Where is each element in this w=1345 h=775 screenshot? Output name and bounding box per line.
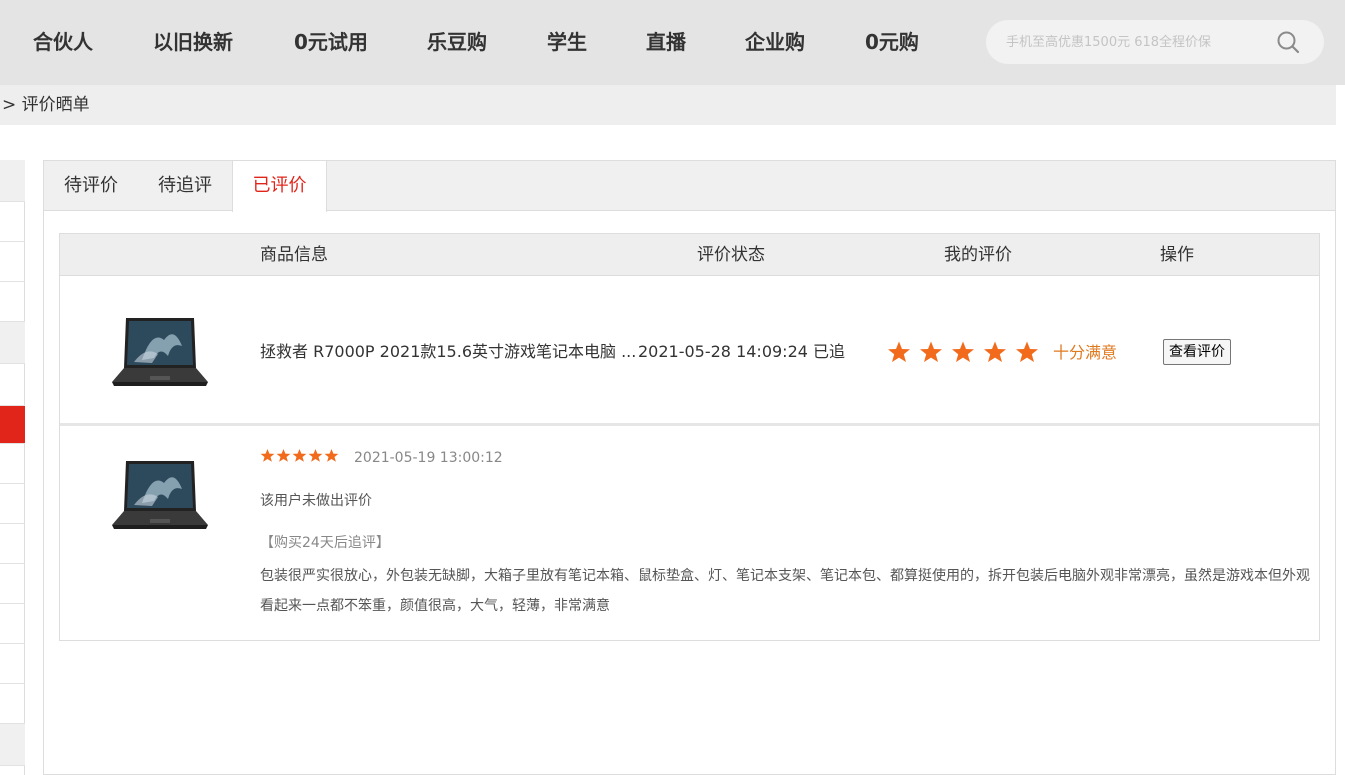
sidebar-item[interactable] (0, 684, 25, 724)
followup-tag: 【购买24天后追评】 (260, 535, 390, 551)
search-input[interactable] (1006, 32, 1256, 52)
header-product: 商品信息 (260, 245, 328, 265)
sidebar-item[interactable] (0, 604, 25, 644)
review-table: 商品信息 评价状态 我的评价 操作 拯救者 R7000P 2021款15.6英寸… (59, 233, 1320, 641)
review-detail: 2021-05-19 13:00:12 该用户未做出评价 【购买24天后追评】 … (60, 429, 1319, 641)
sidebar-item-active[interactable] (0, 406, 25, 444)
sidebar-item[interactable] (0, 202, 25, 242)
sidebar-item[interactable] (0, 564, 25, 604)
review-status: 已追 (813, 342, 846, 361)
product-name[interactable]: 拯救者 R7000P 2021款15.6英寸游戏笔记本电脑 ... (260, 341, 636, 363)
nav-item-live[interactable]: 直播 (646, 28, 686, 56)
star-icon (276, 448, 291, 462)
header-status: 评价状态 (697, 245, 765, 265)
search-box (986, 20, 1324, 64)
review-panel: 待评价 待追评 已评价 商品信息 评价状态 我的评价 操作 拯救者 R7000P… (43, 160, 1336, 775)
sidebar-item[interactable] (0, 644, 25, 684)
tab-bar: 待评价 待追评 已评价 (44, 161, 1335, 212)
table-header: 商品信息 评价状态 我的评价 操作 (60, 234, 1319, 276)
star-icon (1016, 341, 1038, 362)
search-icon[interactable] (1276, 30, 1300, 54)
nav-item-enterprise[interactable]: 企业购 (745, 28, 805, 56)
review-detail-date: 2021-05-19 13:00:12 (354, 450, 503, 466)
sidebar-item[interactable] (0, 444, 25, 484)
nav-item-free-trial[interactable]: 0元试用 (294, 28, 368, 56)
breadcrumb: > 评价晒单 (2, 95, 90, 115)
tab-pending-review[interactable]: 待评价 (44, 161, 138, 211)
rating-text: 十分满意 (1053, 343, 1118, 362)
sidebar-item[interactable] (0, 484, 25, 524)
laptop-thumbnail[interactable] (112, 459, 208, 531)
breadcrumb-bar: > 评价晒单 (0, 85, 1336, 125)
top-nav: 合伙人 以旧换新 0元试用 乐豆购 学生 直播 企业购 0元购 (0, 0, 1345, 85)
sidebar-item[interactable] (0, 160, 25, 202)
star-icon (984, 341, 1006, 362)
nav-item-zero-buy[interactable]: 0元购 (865, 28, 919, 56)
sidebar-item[interactable] (0, 322, 25, 364)
star-icon (324, 448, 339, 462)
sidebar-item[interactable] (0, 242, 25, 282)
laptop-thumbnail[interactable] (112, 316, 208, 388)
star-icon (920, 341, 942, 362)
star-icon (952, 341, 974, 362)
initial-comment: 该用户未做出评价 (260, 493, 372, 509)
sidebar-item[interactable] (0, 282, 25, 322)
tab-pending-followup[interactable]: 待追评 (138, 161, 232, 211)
star-icon (260, 448, 275, 462)
nav-item-student[interactable]: 学生 (547, 28, 587, 56)
star-icon (888, 341, 910, 362)
table-row: 拯救者 R7000P 2021款15.6英寸游戏笔记本电脑 ... 2021-0… (60, 276, 1319, 426)
review-date: 2021-05-28 14:09:24 (638, 342, 808, 361)
view-review-button[interactable]: 查看评价 (1163, 339, 1231, 365)
nav-item-partner[interactable]: 合伙人 (33, 28, 93, 56)
sidebar-item[interactable] (0, 724, 25, 766)
header-action: 操作 (1160, 245, 1194, 265)
nav-item-ledou[interactable]: 乐豆购 (427, 28, 487, 56)
sidebar (0, 160, 25, 775)
sidebar-item[interactable] (0, 364, 25, 406)
star-icon (292, 448, 307, 462)
header-my-review: 我的评价 (944, 245, 1012, 265)
nav-item-trade-in[interactable]: 以旧换新 (153, 28, 233, 56)
review-rating-stars (260, 448, 339, 463)
rating-stars (887, 340, 1039, 364)
sidebar-item[interactable] (0, 524, 25, 564)
tab-reviewed[interactable]: 已评价 (232, 161, 327, 212)
star-icon (308, 448, 323, 462)
followup-text: 包装很严实很放心，外包装无缺脚，大箱子里放有笔记本箱、鼠标垫盒、灯、笔记本支架、… (260, 568, 1310, 614)
